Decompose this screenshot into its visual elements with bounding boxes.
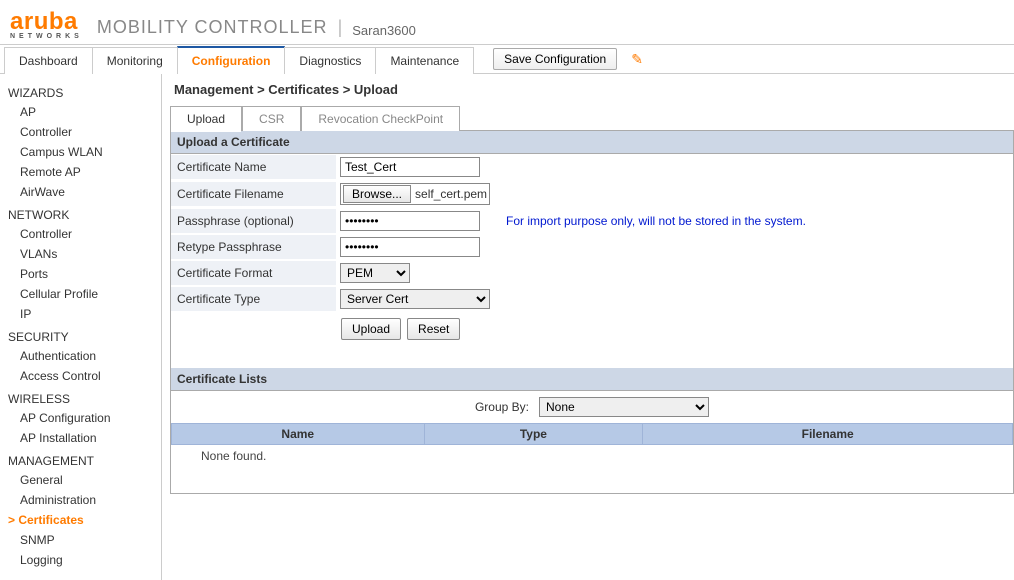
header-separator: | <box>338 17 343 40</box>
sidebar-group-security: SECURITY <box>8 324 161 346</box>
groupby-label: Group By: <box>475 400 529 414</box>
sidebar-item-cellular-profile[interactable]: Cellular Profile <box>8 284 161 304</box>
sidebar-group-network: NETWORK <box>8 202 161 224</box>
sidebar-item-authentication[interactable]: Authentication <box>8 346 161 366</box>
brand-main: aruba <box>10 8 78 35</box>
upload-button[interactable]: Upload <box>341 318 401 340</box>
passphrase-input[interactable] <box>340 211 480 231</box>
sidebar-item-campus-wlan[interactable]: Campus WLAN <box>8 142 161 162</box>
cert-lists-title: Certificate Lists <box>171 368 1013 391</box>
pin-icon[interactable]: ✎ <box>631 51 643 68</box>
retype-passphrase-input[interactable] <box>340 237 480 257</box>
product-title: MOBILITY CONTROLLER <box>97 17 328 40</box>
cert-name-input[interactable] <box>340 157 480 177</box>
reset-button[interactable]: Reset <box>407 318 460 340</box>
groupby-select[interactable]: None <box>539 397 709 417</box>
sidebar-item-airwave[interactable]: AirWave <box>8 182 161 202</box>
sidebar-item-snmp[interactable]: SNMP <box>8 530 161 550</box>
tab-maintenance[interactable]: Maintenance <box>375 47 474 74</box>
label-retype-passphrase: Retype Passphrase <box>171 235 336 260</box>
sidebar-group-wizards: WIZARDS <box>8 80 161 102</box>
sidebar-item-certificates[interactable]: Certificates <box>8 510 161 530</box>
sidebar-item-access-control[interactable]: Access Control <box>8 366 161 386</box>
tab-dashboard[interactable]: Dashboard <box>4 47 93 74</box>
sidebar-item-controller-net[interactable]: Controller <box>8 224 161 244</box>
col-filename[interactable]: Filename <box>643 424 1013 445</box>
device-name: Saran3600 <box>352 23 416 40</box>
cert-type-select[interactable]: Server Cert <box>340 289 490 309</box>
sidebar-item-ap[interactable]: AP <box>8 102 161 122</box>
tab-diagnostics[interactable]: Diagnostics <box>284 47 376 74</box>
top-nav: Dashboard Monitoring Configuration Diagn… <box>0 44 1014 74</box>
cert-list-table: Name Type Filename <box>171 423 1013 445</box>
label-cert-type: Certificate Type <box>171 287 336 312</box>
browse-button[interactable]: Browse... <box>343 185 411 203</box>
brand-sub: NETWORKS <box>10 33 83 40</box>
sidebar-item-vlans[interactable]: VLANs <box>8 244 161 264</box>
col-name[interactable]: Name <box>172 424 425 445</box>
tab-monitoring[interactable]: Monitoring <box>92 47 178 74</box>
sidebar-item-ap-configuration[interactable]: AP Configuration <box>8 408 161 428</box>
sidebar-group-management: MANAGEMENT <box>8 448 161 470</box>
selected-filename: self_cert.pem <box>415 187 487 201</box>
label-passphrase: Passphrase (optional) <box>171 209 336 234</box>
sidebar-item-ap-installation[interactable]: AP Installation <box>8 428 161 448</box>
sidebar-item-remote-ap[interactable]: Remote AP <box>8 162 161 182</box>
sidebar: WIZARDS AP Controller Campus WLAN Remote… <box>0 74 162 580</box>
breadcrumb: Management > Certificates > Upload <box>170 80 1014 105</box>
sub-tabs: Upload CSR Revocation CheckPoint <box>170 105 1014 131</box>
label-cert-file: Certificate Filename <box>171 182 336 207</box>
empty-list-text: None found. <box>171 445 1013 493</box>
passphrase-hint: For import purpose only, will not be sto… <box>506 214 806 228</box>
main-content: Management > Certificates > Upload Uploa… <box>162 74 1014 580</box>
sidebar-item-ip[interactable]: IP <box>8 304 161 324</box>
upload-section-title: Upload a Certificate <box>171 131 1013 154</box>
subtab-csr[interactable]: CSR <box>242 106 301 131</box>
header-bar: aruba NETWORKS MOBILITY CONTROLLER | Sar… <box>0 0 1014 44</box>
label-cert-name: Certificate Name <box>171 155 336 180</box>
sidebar-item-controller-wiz[interactable]: Controller <box>8 122 161 142</box>
col-type[interactable]: Type <box>424 424 643 445</box>
save-configuration-button[interactable]: Save Configuration <box>493 48 617 70</box>
upload-panel: Upload a Certificate Certificate Name Ce… <box>170 131 1014 494</box>
cert-format-select[interactable]: PEM <box>340 263 410 283</box>
sidebar-item-ports[interactable]: Ports <box>8 264 161 284</box>
subtab-revocation-checkpoint[interactable]: Revocation CheckPoint <box>301 106 460 131</box>
brand-logo: aruba NETWORKS <box>10 8 83 40</box>
label-cert-format: Certificate Format <box>171 261 336 286</box>
tab-configuration[interactable]: Configuration <box>177 46 286 74</box>
sidebar-item-logging[interactable]: Logging <box>8 550 161 570</box>
sidebar-group-wireless: WIRELESS <box>8 386 161 408</box>
subtab-upload[interactable]: Upload <box>170 106 242 131</box>
sidebar-item-general[interactable]: General <box>8 470 161 490</box>
sidebar-item-administration[interactable]: Administration <box>8 490 161 510</box>
